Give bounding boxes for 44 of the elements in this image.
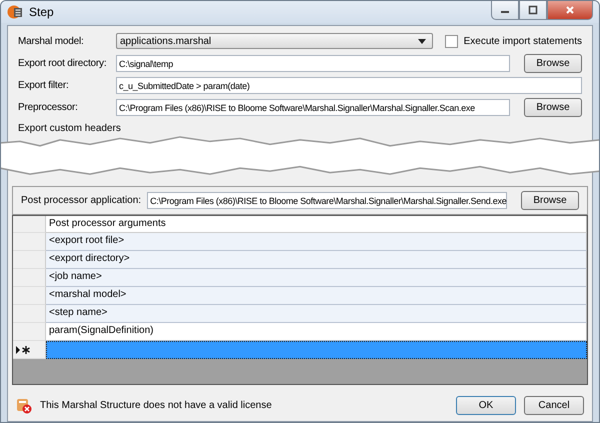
row-header-cell[interactable] xyxy=(13,305,46,323)
field-label: Marshal model: xyxy=(18,36,85,46)
row-header-cell[interactable] xyxy=(13,323,46,341)
table-cell[interactable]: <export root file> xyxy=(46,233,587,251)
input-field[interactable]: C:\Program Files (x86)\RISE to Bloome Software\Marshal.Signaller\Marshal.Signaller.Scan.exe xyxy=(116,98,510,116)
input-field[interactable]: C:\signal\temp xyxy=(116,54,510,72)
table-cell[interactable]: <job name> xyxy=(46,269,587,287)
dropdown-arrow-icon xyxy=(418,38,426,44)
table-cell[interactable]: <export directory> xyxy=(46,251,587,269)
row-header-cell[interactable] xyxy=(13,341,46,359)
close-icon xyxy=(565,5,575,15)
close-button[interactable] xyxy=(547,1,593,20)
ok-button[interactable]: OK xyxy=(456,396,516,415)
maximize-button[interactable] xyxy=(519,1,547,20)
checkbox[interactable] xyxy=(444,34,458,48)
model-dropdown[interactable]: applications.marshal xyxy=(116,33,433,49)
input-field[interactable]: C:\Program Files (x86)\RISE to Bloome Software\Marshal.Signaller\Marshal.Signaller.Send.exe xyxy=(147,192,507,209)
row-header-cell[interactable] xyxy=(13,233,46,251)
table-cell[interactable]: <step name> xyxy=(46,305,587,323)
minimize-button[interactable] xyxy=(491,1,519,20)
field-label: Export filter: xyxy=(18,80,70,90)
browse-button[interactable]: Browse xyxy=(524,98,582,116)
field-label: Post processor application: xyxy=(21,195,142,206)
license-warning-icon xyxy=(16,398,32,414)
browse-button[interactable]: Browse xyxy=(524,54,582,72)
window-title: Step xyxy=(29,5,54,19)
status-message: This Marshal Structure does not have a valid license xyxy=(40,400,273,411)
browse-button[interactable]: Browse xyxy=(521,191,579,210)
table-cell[interactable]: param(SignalDefinition) xyxy=(46,323,587,341)
column-header[interactable]: Post processor arguments xyxy=(46,216,587,233)
row-header-cell[interactable] xyxy=(13,287,46,305)
field-label: Preprocessor: xyxy=(18,102,79,112)
checkbox-label: Execute import statements xyxy=(464,36,582,46)
table-cell[interactable]: <marshal model> xyxy=(46,287,587,305)
app-icon xyxy=(7,4,23,20)
row-header-cell[interactable] xyxy=(13,269,46,287)
cancel-button[interactable]: Cancel xyxy=(524,396,584,415)
maximize-icon xyxy=(528,5,538,15)
row-header-cell[interactable] xyxy=(13,251,46,269)
input-field[interactable]: c_u_SubmittedDate > param(date) xyxy=(116,76,582,94)
field-label: Export root directory: xyxy=(18,58,108,68)
section-label: Export custom headers xyxy=(18,123,122,134)
table-cell[interactable] xyxy=(46,341,587,359)
row-header-cell xyxy=(13,216,46,233)
